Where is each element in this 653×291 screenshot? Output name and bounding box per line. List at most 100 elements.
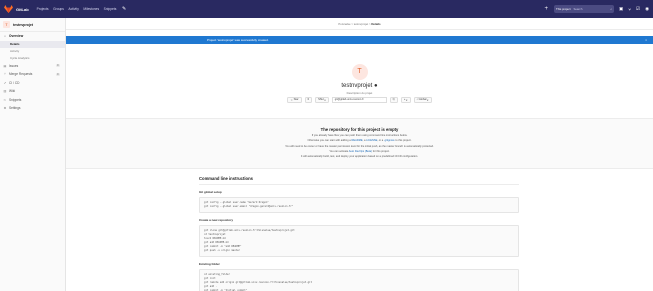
- sidebar-item-label: CI / CD: [9, 80, 20, 85]
- nav-milestones[interactable]: Milestones: [83, 7, 99, 11]
- create-repo-title: Create a new repository: [199, 218, 234, 222]
- sidebar-item-activity[interactable]: Activity: [0, 48, 65, 55]
- line4-suffix: for this project.: [372, 149, 390, 153]
- nav-activity[interactable]: Activity: [68, 7, 78, 11]
- top-nav: Projects Groups Activity Milestones Snip…: [37, 6, 127, 12]
- empty-repo-panel: The repository for this project is empty…: [66, 118, 653, 169]
- git-global-setup-code[interactable]: git config --global user.name "Gerard Dr…: [199, 197, 519, 213]
- clone-protocol-dropdown[interactable]: SSH ▾: [315, 96, 329, 103]
- star-label: Star: [293, 98, 299, 101]
- close-icon[interactable]: ×: [645, 38, 647, 42]
- chevron-down-icon: ▾: [405, 98, 408, 102]
- nav-snippets[interactable]: Snippets: [104, 7, 117, 11]
- sidebar-project-name: testnvprojet: [13, 22, 34, 27]
- merge-requests-icon[interactable]: ⑂: [628, 7, 631, 12]
- issues-count-badge: 0: [55, 64, 60, 68]
- search-input[interactable]: This project Search ⌕: [554, 5, 615, 13]
- line4-prefix: You can activate: [329, 149, 349, 153]
- project-sidebar: T testnvprojet ⌂ Overview Details Activi…: [0, 18, 66, 291]
- sidebar-item-label: Snippets: [9, 97, 22, 102]
- merge-requests-count-badge: 0: [55, 72, 60, 76]
- license-link[interactable]: LICENSE: [366, 139, 377, 142]
- rocket-icon: ➚: [3, 80, 7, 85]
- auto-devops-link[interactable]: Auto DevOps (Beta): [349, 150, 372, 153]
- sidebar-item-cycle-analytics[interactable]: Cycle Analytics: [0, 55, 65, 62]
- sidebar-item-ci-cd[interactable]: ➚ CI / CD: [0, 79, 65, 88]
- sidebar-item-label: Issues: [9, 63, 19, 68]
- project-actions: ☆ Star 0 SSH ▾ git@gitlab.univ-reunion.f…: [66, 96, 653, 103]
- notification-dropdown[interactable]: ♪ Global ▾: [413, 96, 432, 103]
- sidebar-item-label: Overview: [9, 34, 24, 39]
- scissors-icon: ✂: [3, 97, 7, 102]
- book-icon: ▥: [3, 89, 7, 94]
- existing-folder-title: Existing folder: [199, 262, 220, 266]
- git-global-setup-title: Git global setup: [199, 190, 222, 194]
- sidebar-item-settings[interactable]: ⚙ Settings: [0, 104, 65, 113]
- breadcrumb-current: Details: [371, 21, 381, 26]
- issues-shortcut-icon[interactable]: ▣: [619, 6, 623, 12]
- breadcrumb-project[interactable]: testnvprojet: [354, 22, 368, 26]
- merge-icon: ⑂: [4, 72, 6, 77]
- create-repo-code[interactable]: git clone git@gitlab.univ-reunion.fr:Poi…: [199, 225, 519, 257]
- main-content: Poisnalse > testnvprojet > Details Proje…: [66, 18, 653, 291]
- brand-name: GitLab: [16, 6, 29, 12]
- admin-wrench-icon[interactable]: ✎: [122, 6, 126, 12]
- empty-repo-line3: You will need to be owner or have the ma…: [285, 144, 434, 148]
- sidebar-item-label: Merge Requests: [9, 72, 33, 77]
- gitignore-link[interactable]: .gitignore: [384, 139, 395, 142]
- user-avatar-icon[interactable]: ◉: [645, 6, 649, 12]
- copy-url-button[interactable]: ⎘: [389, 96, 398, 103]
- readme-link[interactable]: README: [351, 139, 362, 142]
- visibility-globe-icon: ●: [374, 83, 378, 89]
- project-avatar: T: [3, 21, 10, 28]
- project-home-panel: T testnvprojet ● Description du projet ☆…: [66, 64, 653, 103]
- project-description: Description du projet: [346, 90, 373, 95]
- empty-repo-line2: Otherwise you can start with adding a RE…: [66, 139, 653, 142]
- clone-url-input[interactable]: git@gitlab.univ-reunion.fr: [331, 96, 387, 103]
- star-button[interactable]: ☆ Star: [287, 96, 302, 103]
- search-icon: ⌕: [610, 7, 613, 11]
- sidebar-item-issues[interactable]: ▤ Issues 0: [0, 62, 65, 71]
- line2-sep2: , or a: [377, 139, 384, 143]
- star-count[interactable]: 0: [304, 96, 313, 103]
- empty-repo-line4: You can activate Auto DevOps (Beta) for …: [66, 150, 653, 153]
- project-avatar-large: T: [351, 64, 368, 80]
- sidebar-item-label: Wiki: [9, 89, 16, 94]
- home-icon: ⌂: [4, 34, 6, 39]
- breadcrumb-group[interactable]: Poisnalse: [338, 22, 350, 26]
- empty-repo-title: The repository for this project is empty: [320, 127, 399, 132]
- gitlab-logo-icon: [4, 5, 13, 13]
- new-plus-icon[interactable]: +: [545, 6, 549, 12]
- sidebar-item-details[interactable]: Details: [0, 40, 65, 48]
- sidebar-item-merge-requests[interactable]: ⑂ Merge Requests 0: [0, 70, 65, 79]
- search-scope: This project: [556, 7, 571, 11]
- sidebar-item-label: Settings: [9, 106, 21, 111]
- nav-projects[interactable]: Projects: [37, 7, 49, 11]
- issues-icon: ▤: [3, 63, 7, 68]
- sidebar-project-header[interactable]: T testnvprojet: [0, 18, 65, 32]
- sidebar-item-snippets[interactable]: ✂ Snippets: [0, 96, 65, 105]
- chevron-down-icon: ▾: [323, 98, 326, 102]
- empty-repo-line5: It will automatically build, test, and d…: [300, 154, 419, 158]
- nav-groups[interactable]: Groups: [53, 7, 64, 11]
- gear-icon: ⚙: [3, 106, 7, 111]
- command-line-instructions: Command line instructions Git global set…: [199, 176, 519, 291]
- breadcrumb: Poisnalse > testnvprojet > Details: [66, 18, 653, 30]
- line2-prefix: Otherwise you can start with adding a: [307, 139, 352, 143]
- todos-icon[interactable]: ☑: [636, 6, 640, 12]
- top-navbar: GitLab Projects Groups Activity Mileston…: [0, 0, 653, 18]
- add-dropdown[interactable]: + ▾: [400, 96, 411, 103]
- clipboard-icon: ⎘: [392, 98, 395, 101]
- flash-message: Project 'testnvprojet' was successfully …: [207, 38, 269, 42]
- empty-repo-line1: If you already have files you can push t…: [311, 134, 408, 138]
- existing-folder-code[interactable]: cd existing_folder git init git remote a…: [199, 269, 519, 291]
- gitlab-home-link[interactable]: GitLab: [4, 5, 29, 13]
- line2-suffix: to this project.: [394, 139, 412, 143]
- sidebar-item-wiki[interactable]: ▥ Wiki: [0, 87, 65, 96]
- notification-label: Global: [418, 98, 427, 101]
- flash-notice: Project 'testnvprojet' was successfully …: [66, 36, 653, 44]
- sidebar-item-overview[interactable]: ⌂ Overview: [0, 32, 65, 41]
- project-title-text: testnvprojet: [341, 83, 373, 89]
- project-title: testnvprojet ●: [66, 83, 653, 89]
- search-placeholder: Search: [573, 7, 583, 11]
